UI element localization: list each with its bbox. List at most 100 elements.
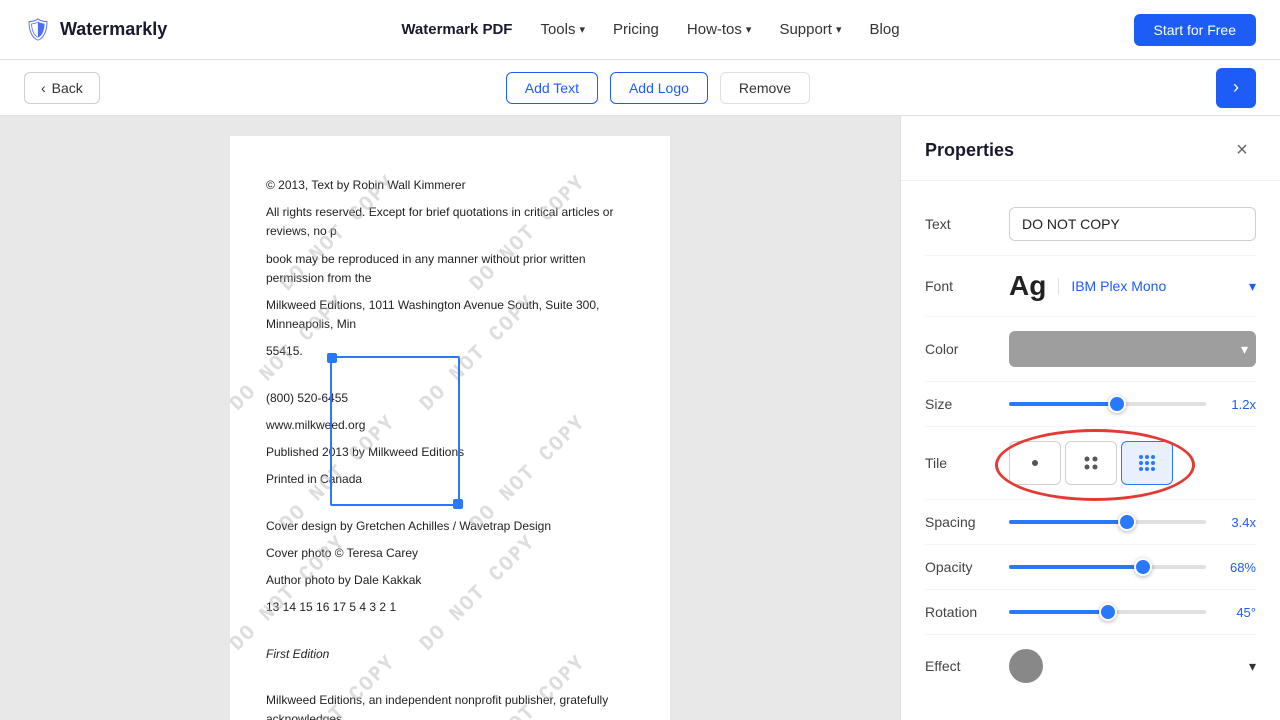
navbar-center: Watermark PDF Tools ▾ Pricing How-tos ▾ … <box>401 21 899 38</box>
color-arrow-icon: ▾ <box>1241 341 1248 358</box>
doc-line: Printed in Canada <box>266 470 634 489</box>
size-row: Size 1.2x <box>925 382 1256 427</box>
effect-circle[interactable] <box>1009 649 1043 683</box>
panel-header: Properties × <box>901 116 1280 181</box>
spacing-thumb[interactable] <box>1118 513 1136 531</box>
nav-tools[interactable]: Tools ▾ <box>540 21 585 38</box>
font-preview: Ag <box>1009 270 1046 302</box>
brand-name: Watermarkly <box>60 19 167 40</box>
doc-content: © 2013, Text by Robin Wall Kimmerer All … <box>266 176 634 720</box>
nav-blog[interactable]: Blog <box>870 21 900 38</box>
toolbar: ‹ Back Add Text Add Logo Remove › <box>0 60 1280 116</box>
nav-support[interactable]: Support ▾ <box>779 21 841 38</box>
doc-line: All rights reserved. Except for brief qu… <box>266 203 634 241</box>
tile-single-button[interactable] <box>1009 441 1061 485</box>
effect-arrow-icon[interactable]: ▾ <box>1249 658 1256 675</box>
doc-line: © 2013, Text by Robin Wall Kimmerer <box>266 176 634 195</box>
navbar: 🛡 Watermarkly Watermark PDF Tools ▾ Pric… <box>0 0 1280 60</box>
tile-quad-icon <box>1082 454 1100 472</box>
font-display: Ag IBM Plex Mono ▾ <box>1009 270 1256 302</box>
doc-line: 55415. <box>266 342 634 361</box>
back-button[interactable]: ‹ Back <box>24 72 100 104</box>
add-text-button[interactable]: Add Text <box>506 72 598 104</box>
spacing-slider[interactable] <box>1009 520 1206 524</box>
opacity-row: Opacity 68% <box>925 545 1256 590</box>
size-thumb[interactable] <box>1108 395 1126 413</box>
font-name: IBM Plex Mono <box>1071 278 1166 294</box>
properties-panel: Properties × Text Font Ag IBM Plex Mono … <box>900 116 1280 720</box>
doc-line: (800) 520-6455 <box>266 389 634 408</box>
text-input-wrapper <box>1009 207 1256 241</box>
font-label: Font <box>925 278 997 294</box>
opacity-slider[interactable] <box>1009 565 1206 569</box>
doc-line: Milkweed Editions, an independent nonpro… <box>266 691 634 720</box>
size-fill <box>1009 402 1117 406</box>
spacing-value: 3.4x <box>1218 515 1256 530</box>
tools-arrow-icon: ▾ <box>580 23 586 36</box>
support-arrow-icon: ▾ <box>836 23 842 36</box>
doc-line: book may be reproduced in any manner wit… <box>266 250 634 288</box>
tile-quad-button[interactable] <box>1065 441 1117 485</box>
font-row: Font Ag IBM Plex Mono ▾ <box>925 256 1256 317</box>
font-dropdown[interactable]: IBM Plex Mono ▾ <box>1058 278 1256 295</box>
font-dropdown-arrow-icon: ▾ <box>1249 278 1256 295</box>
navbar-right: Start for Free <box>1134 14 1256 46</box>
tile-options <box>1009 441 1173 485</box>
effect-label: Effect <box>925 658 997 674</box>
tile-row: Tile <box>925 427 1256 500</box>
doc-line: Cover design by Gretchen Achilles / Wave… <box>266 517 634 536</box>
text-row: Text <box>925 193 1256 256</box>
tile-options-wrapper <box>1009 441 1173 485</box>
spacing-fill <box>1009 520 1127 524</box>
color-label: Color <box>925 341 997 357</box>
opacity-label: Opacity <box>925 559 997 575</box>
rotation-thumb[interactable] <box>1099 603 1117 621</box>
opacity-fill <box>1009 565 1143 569</box>
doc-area[interactable]: DO NOT COPY DO NOT COPY DO NOT COPY DO N… <box>0 116 900 720</box>
navbar-left: 🛡 Watermarkly <box>24 17 167 43</box>
doc-page: DO NOT COPY DO NOT COPY DO NOT COPY DO N… <box>230 136 670 720</box>
panel-close-button[interactable]: × <box>1228 136 1256 164</box>
text-label: Text <box>925 216 997 232</box>
back-arrow-icon: ‹ <box>41 80 46 96</box>
tile-nine-button[interactable] <box>1121 441 1173 485</box>
doc-line: Cover photo © Teresa Carey <box>266 544 634 563</box>
remove-button[interactable]: Remove <box>720 72 810 104</box>
size-label: Size <box>925 396 997 412</box>
spacing-row: Spacing 3.4x <box>925 500 1256 545</box>
color-swatch[interactable]: ▾ <box>1009 331 1256 367</box>
tile-label: Tile <box>925 455 997 471</box>
main: DO NOT COPY DO NOT COPY DO NOT COPY DO N… <box>0 116 1280 720</box>
doc-line: First Edition <box>266 645 634 664</box>
nav-watermark-pdf[interactable]: Watermark PDF <box>401 21 512 38</box>
logo-icon: 🛡 <box>24 17 52 43</box>
panel-title: Properties <box>925 140 1014 161</box>
rotation-label: Rotation <box>925 604 997 620</box>
rotation-value: 45° <box>1218 605 1256 620</box>
rotation-row: Rotation 45° <box>925 590 1256 635</box>
tile-single-icon <box>1026 454 1044 472</box>
nav-pricing[interactable]: Pricing <box>613 21 659 38</box>
rotation-fill <box>1009 610 1108 614</box>
color-content: ▾ <box>1009 331 1256 367</box>
start-button[interactable]: Start for Free <box>1134 14 1256 46</box>
how-tos-arrow-icon: ▾ <box>746 23 752 36</box>
effect-row: Effect ▾ <box>925 635 1256 697</box>
add-logo-button[interactable]: Add Logo <box>610 72 708 104</box>
size-slider[interactable] <box>1009 402 1206 406</box>
nav-how-tos[interactable]: How-tos ▾ <box>687 21 752 38</box>
tile-nine-icon <box>1137 453 1157 473</box>
doc-line: Published 2013 by Milkweed Editions <box>266 443 634 462</box>
nav-next-button[interactable]: › <box>1216 68 1256 108</box>
size-value: 1.2x <box>1218 397 1256 412</box>
doc-line: 13 14 15 16 17 5 4 3 2 1 <box>266 598 634 617</box>
doc-line: Milkweed Editions, 1011 Washington Avenu… <box>266 296 634 334</box>
opacity-thumb[interactable] <box>1134 558 1152 576</box>
spacing-label: Spacing <box>925 514 997 530</box>
text-input[interactable] <box>1009 207 1256 241</box>
doc-line: www.milkweed.org <box>266 416 634 435</box>
color-row: Color ▾ <box>925 317 1256 382</box>
rotation-slider[interactable] <box>1009 610 1206 614</box>
opacity-value: 68% <box>1218 560 1256 575</box>
panel-body: Text Font Ag IBM Plex Mono ▾ Color <box>901 181 1280 709</box>
